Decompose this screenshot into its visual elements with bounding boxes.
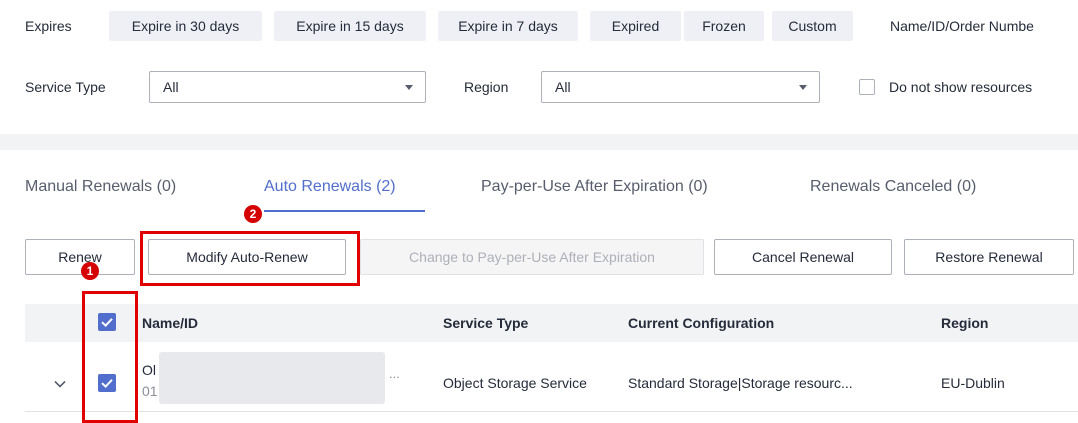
chevron-down-icon (54, 380, 66, 388)
service-type-label: Service Type (25, 79, 106, 95)
cell-region: EU-Dublin (941, 375, 1005, 391)
callout-badge-2: 2 (244, 205, 262, 223)
cell-service-type: Object Storage Service (443, 375, 587, 391)
caret-down-icon (405, 85, 413, 90)
section-divider (0, 134, 1078, 150)
column-header-name-id[interactable]: Name/ID (142, 315, 198, 331)
tab-auto-renewals[interactable]: Auto Renewals (2) (264, 178, 396, 196)
cancel-renewal-button[interactable]: Cancel Renewal (714, 239, 892, 275)
hide-resources-label: Do not show resources (889, 79, 1033, 95)
change-to-pay-per-use-button[interactable]: Change to Pay-per-Use After Expiration (360, 239, 704, 275)
cell-current-configuration: Standard Storage|Storage resourc... (628, 375, 853, 391)
service-type-select[interactable]: All (149, 71, 426, 103)
search-filter-label[interactable]: Name/ID/Order Numbe (890, 18, 1034, 34)
chip-expire-7-days[interactable]: Expire in 7 days (438, 11, 578, 41)
tab-manual-renewals[interactable]: Manual Renewals (0) (25, 178, 176, 196)
renew-button[interactable]: Renew (25, 239, 135, 275)
expires-label: Expires (25, 18, 72, 34)
active-tab-indicator (264, 210, 425, 212)
resource-id: 01 (142, 383, 158, 399)
service-type-value: All (163, 79, 179, 95)
highlight-modify-auto-renew (140, 231, 360, 286)
restore-renewal-button[interactable]: Restore Renewal (904, 239, 1074, 275)
column-header-service-type[interactable]: Service Type (443, 315, 528, 331)
tab-pay-per-use-after-expiration[interactable]: Pay-per-Use After Expiration (0) (481, 178, 708, 196)
chip-custom[interactable]: Custom (772, 11, 853, 41)
redacted-name-block (159, 352, 385, 404)
row-expand-toggle[interactable] (53, 376, 67, 392)
region-select[interactable]: All (541, 71, 820, 103)
column-header-current-configuration[interactable]: Current Configuration (628, 315, 774, 331)
region-value: All (555, 79, 571, 95)
row-divider (25, 411, 1078, 412)
chip-expire-15-days[interactable]: Expire in 15 days (274, 11, 426, 41)
highlight-checkbox-column (82, 291, 138, 423)
callout-badge-1: 1 (81, 262, 99, 280)
column-header-region[interactable]: Region (941, 315, 988, 331)
name-ellipsis: ... (389, 366, 400, 381)
region-label: Region (464, 79, 509, 95)
chip-expire-30-days[interactable]: Expire in 30 days (109, 11, 262, 41)
caret-down-icon (799, 85, 807, 90)
chip-expired[interactable]: Expired (590, 11, 681, 41)
chip-frozen[interactable]: Frozen (684, 11, 764, 41)
tab-renewals-canceled[interactable]: Renewals Canceled (0) (810, 178, 976, 196)
resource-name[interactable]: Ol (142, 362, 156, 378)
hide-resources-checkbox[interactable] (859, 79, 875, 95)
